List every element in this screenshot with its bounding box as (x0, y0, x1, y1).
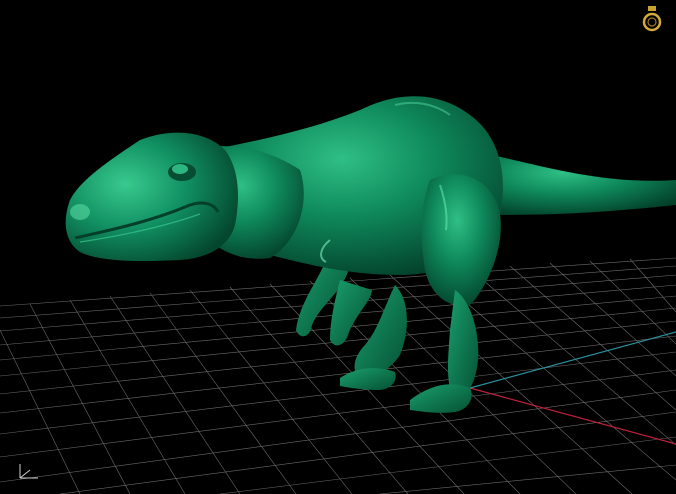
y-axis-line (469, 331, 676, 389)
ring-logo-icon (642, 6, 662, 34)
3d-viewport[interactable] (0, 0, 676, 494)
trex-model (65, 96, 676, 413)
axis-gizmo-icon[interactable] (14, 460, 42, 484)
viewport-canvas[interactable] (0, 0, 676, 494)
